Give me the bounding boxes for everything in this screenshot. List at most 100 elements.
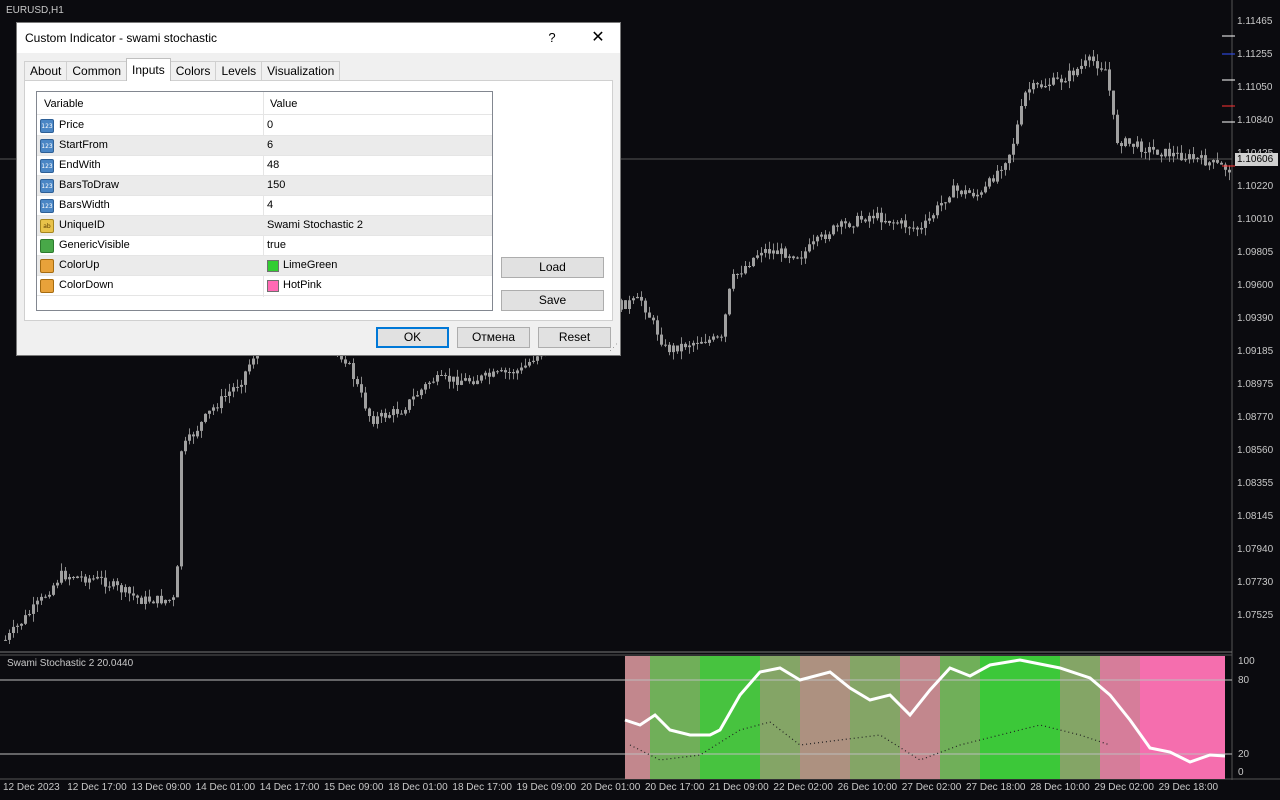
price-tick-label: 1.07940 [1237, 544, 1274, 555]
input-value[interactable]: 6 [267, 139, 273, 151]
candle-body [1072, 70, 1075, 76]
candle-body [1028, 89, 1031, 93]
input-row-colorup[interactable]: ColorUp LimeGreen [37, 256, 492, 276]
candle-body [372, 416, 375, 424]
tab-inputs[interactable]: Inputs [126, 58, 171, 81]
candle-body [1192, 154, 1195, 159]
candle-body [716, 336, 719, 338]
color-swatch[interactable] [267, 280, 279, 292]
help-button[interactable]: ? [537, 26, 567, 50]
color-icon [40, 279, 54, 293]
candle-body [668, 344, 671, 353]
close-icon[interactable]: ✕ [583, 26, 613, 50]
tab-colors[interactable]: Colors [169, 61, 217, 81]
candle-body [360, 384, 363, 393]
candle-body [1008, 154, 1011, 164]
resize-grip-icon[interactable]: ⋰ [609, 342, 618, 353]
candle-body [640, 296, 643, 301]
input-row-colordown[interactable]: ColorDown HotPink [37, 276, 492, 296]
tab-levels[interactable]: Levels [215, 61, 263, 81]
int-icon: 123 [40, 119, 54, 133]
tab-visualization[interactable]: Visualization [261, 61, 341, 81]
candle-body [880, 212, 883, 223]
input-value[interactable]: HotPink [283, 279, 322, 291]
variable-column-header[interactable]: Variable [44, 98, 84, 110]
candle-body [696, 342, 699, 344]
input-value[interactable]: true [267, 239, 286, 251]
candle-body [104, 577, 107, 587]
date-tick-label: 22 Dec 02:00 [773, 782, 833, 793]
candle-body [1108, 69, 1111, 91]
input-row-endwith[interactable]: 123 EndWith 48 [37, 156, 492, 176]
date-tick-label: 14 Dec 01:00 [195, 782, 256, 793]
input-value[interactable]: Swami Stochastic 2 [267, 219, 363, 231]
input-row-uniqueid[interactable]: ab UniqueID Swami Stochastic 2 [37, 216, 492, 236]
candle-body [920, 227, 923, 230]
input-name: ColorDown [59, 279, 114, 291]
candle-body [1044, 86, 1047, 88]
ok-button[interactable]: OK [376, 327, 449, 348]
candle-body [1084, 60, 1087, 66]
candle-body [376, 416, 379, 424]
candle-body [228, 391, 231, 396]
cancel-button[interactable]: Отмена [457, 327, 530, 348]
candle-body [872, 215, 875, 219]
candle-body [120, 585, 123, 593]
bool-icon [40, 239, 54, 253]
input-value[interactable]: 150 [267, 179, 285, 191]
candle-body [432, 381, 435, 383]
candle-body [796, 257, 799, 259]
candle-body [984, 186, 987, 193]
candle-body [192, 434, 195, 437]
candle-body [776, 250, 779, 255]
candle-body [448, 375, 451, 382]
candle-body [1224, 164, 1227, 170]
candle-body [848, 223, 851, 227]
candle-body [700, 341, 703, 344]
tab-common[interactable]: Common [66, 61, 128, 81]
candle-body [184, 440, 187, 452]
save-button[interactable]: Save [501, 290, 604, 311]
input-value[interactable]: 48 [267, 159, 279, 171]
candle-body [1052, 77, 1055, 85]
input-value[interactable]: 4 [267, 199, 273, 211]
input-row-genericvisible[interactable]: GenericVisible true [37, 236, 492, 256]
tab-about[interactable]: About [24, 61, 68, 81]
candle-body [508, 372, 511, 374]
inputs-tab-panel: Variable Value 123 Price 0 123 StartFrom 6 123… [24, 80, 613, 321]
candle-body [88, 578, 91, 583]
candle-body [100, 576, 103, 578]
candle-body [724, 314, 727, 337]
candle-body [928, 218, 931, 221]
input-name: Price [59, 119, 85, 131]
value-column-header[interactable]: Value [270, 98, 297, 110]
date-tick-label: 14 Dec 17:00 [259, 782, 320, 793]
input-value[interactable]: 0 [267, 119, 273, 131]
input-value[interactable]: LimeGreen [283, 259, 337, 271]
candle-body [1076, 68, 1079, 76]
input-row-barswidth[interactable]: 123 BarsWidth 4 [37, 196, 492, 216]
candle-body [1156, 149, 1159, 155]
input-row-price[interactable]: 123 Price 0 [37, 116, 492, 136]
load-button[interactable]: Load [501, 257, 604, 278]
chart-symbol-title: EURUSD,H1 [6, 5, 64, 16]
candle-body [80, 576, 83, 578]
candle-body [648, 312, 651, 318]
input-row-startfrom[interactable]: 123 StartFrom 6 [37, 136, 492, 156]
candle-body [48, 594, 51, 597]
candle-body [408, 399, 411, 410]
candle-body [352, 363, 355, 380]
candle-body [200, 421, 203, 431]
candle-body [344, 359, 347, 364]
candle-body [492, 371, 495, 377]
candle-body [136, 595, 139, 598]
candle-body [384, 412, 387, 418]
candle-body [932, 215, 935, 219]
candle-body [536, 356, 539, 361]
reset-button[interactable]: Reset [538, 327, 611, 348]
color-swatch[interactable] [267, 260, 279, 272]
input-row-barstodraw[interactable]: 123 BarsToDraw 150 [37, 176, 492, 196]
candle-body [752, 257, 755, 267]
candle-body [204, 413, 207, 422]
candle-body [804, 251, 807, 259]
